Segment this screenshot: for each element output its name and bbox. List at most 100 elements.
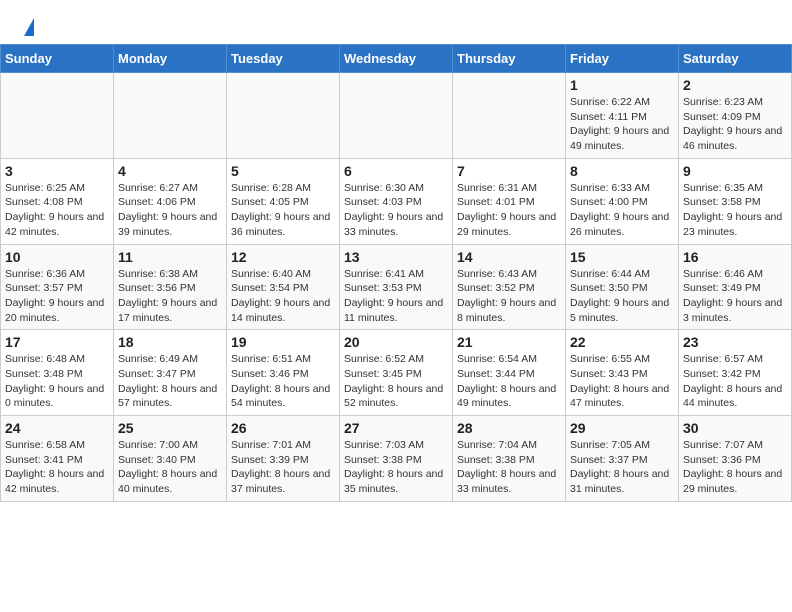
day-number: 23 <box>683 334 787 350</box>
weekday-header-sunday: Sunday <box>1 45 114 73</box>
day-info: Sunrise: 6:25 AM Sunset: 4:08 PM Dayligh… <box>5 181 109 240</box>
calendar-cell: 24 Sunrise: 6:58 AM Sunset: 3:41 PM Dayli… <box>1 416 114 502</box>
weekday-header-thursday: Thursday <box>453 45 566 73</box>
day-number: 3 <box>5 163 109 179</box>
day-number: 18 <box>118 334 222 350</box>
calendar-cell: 20 Sunrise: 6:52 AM Sunset: 3:45 PM Dayli… <box>340 330 453 416</box>
day-number: 30 <box>683 420 787 436</box>
day-info: Sunrise: 6:58 AM Sunset: 3:41 PM Dayligh… <box>5 438 109 497</box>
day-info: Sunrise: 7:04 AM Sunset: 3:38 PM Dayligh… <box>457 438 561 497</box>
logo-triangle-icon <box>24 18 34 36</box>
calendar-table: SundayMondayTuesdayWednesdayThursdayFrid… <box>0 44 792 502</box>
day-info: Sunrise: 6:52 AM Sunset: 3:45 PM Dayligh… <box>344 352 448 411</box>
day-info: Sunrise: 7:07 AM Sunset: 3:36 PM Dayligh… <box>683 438 787 497</box>
calendar-cell: 22 Sunrise: 6:55 AM Sunset: 3:43 PM Dayli… <box>566 330 679 416</box>
day-info: Sunrise: 6:48 AM Sunset: 3:48 PM Dayligh… <box>5 352 109 411</box>
calendar-cell <box>1 73 114 159</box>
day-info: Sunrise: 6:31 AM Sunset: 4:01 PM Dayligh… <box>457 181 561 240</box>
calendar-week-row: 24 Sunrise: 6:58 AM Sunset: 3:41 PM Dayli… <box>1 416 792 502</box>
calendar-cell: 28 Sunrise: 7:04 AM Sunset: 3:38 PM Dayli… <box>453 416 566 502</box>
day-number: 17 <box>5 334 109 350</box>
calendar-cell: 6 Sunrise: 6:30 AM Sunset: 4:03 PM Daylig… <box>340 158 453 244</box>
day-number: 21 <box>457 334 561 350</box>
day-info: Sunrise: 7:05 AM Sunset: 3:37 PM Dayligh… <box>570 438 674 497</box>
day-number: 16 <box>683 249 787 265</box>
day-number: 19 <box>231 334 335 350</box>
day-info: Sunrise: 6:49 AM Sunset: 3:47 PM Dayligh… <box>118 352 222 411</box>
calendar-cell <box>227 73 340 159</box>
day-number: 27 <box>344 420 448 436</box>
calendar-cell: 27 Sunrise: 7:03 AM Sunset: 3:38 PM Dayli… <box>340 416 453 502</box>
day-number: 15 <box>570 249 674 265</box>
logo <box>20 16 34 36</box>
calendar-cell <box>340 73 453 159</box>
calendar-cell: 14Sunrise: 6:43 AM Sunset: 3:52 PM Dayli… <box>453 244 566 330</box>
day-number: 26 <box>231 420 335 436</box>
day-number: 4 <box>118 163 222 179</box>
calendar-cell: 23 Sunrise: 6:57 AM Sunset: 3:42 PM Dayli… <box>679 330 792 416</box>
day-number: 12 <box>231 249 335 265</box>
day-info: Sunrise: 6:27 AM Sunset: 4:06 PM Dayligh… <box>118 181 222 240</box>
day-info: Sunrise: 6:22 AM Sunset: 4:11 PM Dayligh… <box>570 95 674 154</box>
day-number: 7 <box>457 163 561 179</box>
calendar-cell: 26 Sunrise: 7:01 AM Sunset: 3:39 PM Dayli… <box>227 416 340 502</box>
day-info: Sunrise: 6:40 AM Sunset: 3:54 PM Dayligh… <box>231 267 335 326</box>
day-number: 6 <box>344 163 448 179</box>
weekday-header-monday: Monday <box>114 45 227 73</box>
calendar-cell: 7 Sunrise: 6:31 AM Sunset: 4:01 PM Daylig… <box>453 158 566 244</box>
calendar-cell: 16 Sunrise: 6:46 AM Sunset: 3:49 PM Dayli… <box>679 244 792 330</box>
day-info: Sunrise: 6:30 AM Sunset: 4:03 PM Dayligh… <box>344 181 448 240</box>
calendar-cell: 30 Sunrise: 7:07 AM Sunset: 3:36 PM Dayli… <box>679 416 792 502</box>
day-number: 24 <box>5 420 109 436</box>
day-info: Sunrise: 6:38 AM Sunset: 3:56 PM Dayligh… <box>118 267 222 326</box>
calendar-cell: 21 Sunrise: 6:54 AM Sunset: 3:44 PM Dayli… <box>453 330 566 416</box>
weekday-header-saturday: Saturday <box>679 45 792 73</box>
day-number: 2 <box>683 77 787 93</box>
calendar-cell: 10Sunrise: 6:36 AM Sunset: 3:57 PM Dayli… <box>1 244 114 330</box>
calendar-week-row: 10Sunrise: 6:36 AM Sunset: 3:57 PM Dayli… <box>1 244 792 330</box>
day-info: Sunrise: 6:44 AM Sunset: 3:50 PM Dayligh… <box>570 267 674 326</box>
day-number: 28 <box>457 420 561 436</box>
calendar-cell: 5 Sunrise: 6:28 AM Sunset: 4:05 PM Daylig… <box>227 158 340 244</box>
day-info: Sunrise: 7:03 AM Sunset: 3:38 PM Dayligh… <box>344 438 448 497</box>
day-number: 22 <box>570 334 674 350</box>
day-number: 13 <box>344 249 448 265</box>
day-info: Sunrise: 6:41 AM Sunset: 3:53 PM Dayligh… <box>344 267 448 326</box>
calendar-cell: 11 Sunrise: 6:38 AM Sunset: 3:56 PM Dayli… <box>114 244 227 330</box>
calendar-cell: 15 Sunrise: 6:44 AM Sunset: 3:50 PM Dayli… <box>566 244 679 330</box>
calendar-cell: 1 Sunrise: 6:22 AM Sunset: 4:11 PM Daylig… <box>566 73 679 159</box>
day-info: Sunrise: 7:01 AM Sunset: 3:39 PM Dayligh… <box>231 438 335 497</box>
day-number: 11 <box>118 249 222 265</box>
day-number: 5 <box>231 163 335 179</box>
page-header <box>0 0 792 44</box>
calendar-cell: 2 Sunrise: 6:23 AM Sunset: 4:09 PM Daylig… <box>679 73 792 159</box>
day-info: Sunrise: 6:51 AM Sunset: 3:46 PM Dayligh… <box>231 352 335 411</box>
day-info: Sunrise: 6:23 AM Sunset: 4:09 PM Dayligh… <box>683 95 787 154</box>
calendar-cell: 12 Sunrise: 6:40 AM Sunset: 3:54 PM Dayli… <box>227 244 340 330</box>
calendar-cell <box>453 73 566 159</box>
day-number: 29 <box>570 420 674 436</box>
calendar-cell: 18 Sunrise: 6:49 AM Sunset: 3:47 PM Dayli… <box>114 330 227 416</box>
calendar-week-row: 17 Sunrise: 6:48 AM Sunset: 3:48 PM Dayli… <box>1 330 792 416</box>
day-number: 25 <box>118 420 222 436</box>
calendar-cell: 3 Sunrise: 6:25 AM Sunset: 4:08 PM Daylig… <box>1 158 114 244</box>
day-info: Sunrise: 6:46 AM Sunset: 3:49 PM Dayligh… <box>683 267 787 326</box>
calendar-cell: 25Sunrise: 7:00 AM Sunset: 3:40 PM Dayli… <box>114 416 227 502</box>
weekday-header-tuesday: Tuesday <box>227 45 340 73</box>
calendar-header-row: SundayMondayTuesdayWednesdayThursdayFrid… <box>1 45 792 73</box>
weekday-header-friday: Friday <box>566 45 679 73</box>
weekday-header-wednesday: Wednesday <box>340 45 453 73</box>
calendar-week-row: 3 Sunrise: 6:25 AM Sunset: 4:08 PM Daylig… <box>1 158 792 244</box>
calendar-cell: 29 Sunrise: 7:05 AM Sunset: 3:37 PM Dayli… <box>566 416 679 502</box>
calendar-week-row: 1 Sunrise: 6:22 AM Sunset: 4:11 PM Daylig… <box>1 73 792 159</box>
day-info: Sunrise: 6:55 AM Sunset: 3:43 PM Dayligh… <box>570 352 674 411</box>
day-info: Sunrise: 6:57 AM Sunset: 3:42 PM Dayligh… <box>683 352 787 411</box>
day-info: Sunrise: 6:35 AM Sunset: 3:58 PM Dayligh… <box>683 181 787 240</box>
day-number: 1 <box>570 77 674 93</box>
calendar-cell: 8Sunrise: 6:33 AM Sunset: 4:00 PM Daylig… <box>566 158 679 244</box>
day-number: 9 <box>683 163 787 179</box>
day-number: 20 <box>344 334 448 350</box>
day-info: Sunrise: 6:54 AM Sunset: 3:44 PM Dayligh… <box>457 352 561 411</box>
day-info: Sunrise: 6:28 AM Sunset: 4:05 PM Dayligh… <box>231 181 335 240</box>
day-info: Sunrise: 6:33 AM Sunset: 4:00 PM Dayligh… <box>570 181 674 240</box>
